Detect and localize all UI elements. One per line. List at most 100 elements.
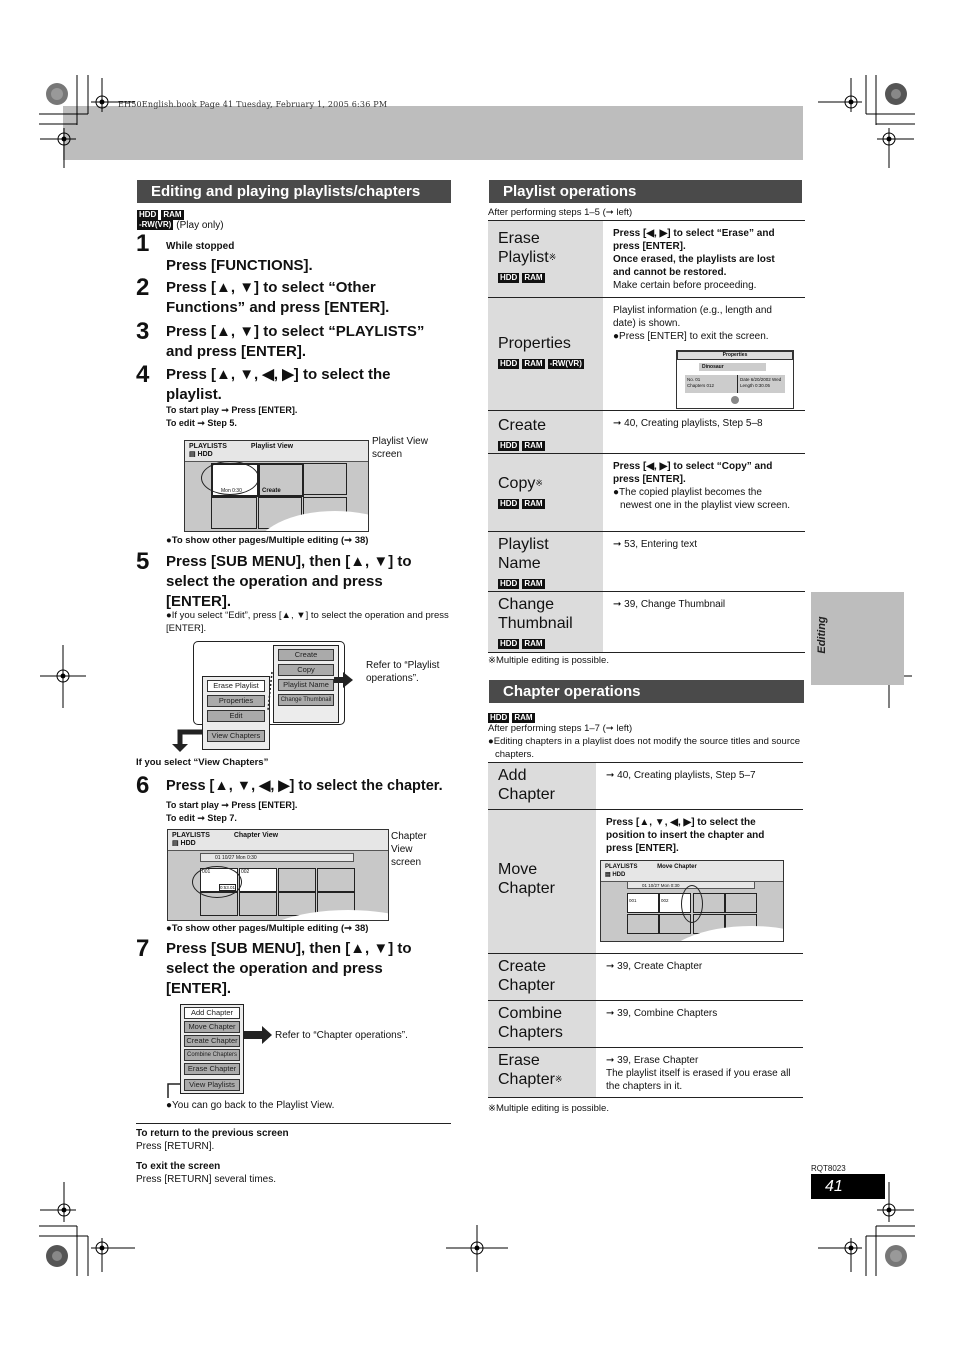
op-link[interactable]: ➞ 39, Change Thumbnail bbox=[603, 592, 805, 652]
step-5-text: Press [SUB MENU], then [▲, ▼] to select … bbox=[166, 553, 412, 610]
badge-hdd: HDD bbox=[498, 578, 520, 589]
row-move-chapter: Move Chapter Press [▲, ▼, ◀, ▶] to selec… bbox=[488, 810, 803, 954]
playlist-thumb-create[interactable]: Create bbox=[258, 463, 304, 497]
divider bbox=[136, 1123, 451, 1124]
chapter-thumb[interactable] bbox=[317, 868, 355, 892]
step-5-number: 5 bbox=[136, 548, 150, 575]
multi-editing-note-2: ●To show other pages/Multiple editing (➞… bbox=[166, 923, 369, 934]
op-link[interactable]: ➞ 39, Erase Chapter bbox=[606, 1054, 793, 1067]
chapter-screen-header: PLAYLISTS Chapter View ▤ HDD bbox=[168, 830, 388, 851]
badge-hdd: HDD bbox=[498, 498, 520, 509]
playlist-screen-header: PLAYLISTS Playlist View ▤ HDD bbox=[185, 441, 368, 462]
if-view-chapters: If you select “View Chapters” bbox=[136, 757, 269, 768]
op-link[interactable]: ➞ 39, Combine Chapters bbox=[596, 1001, 803, 1047]
playlist-ops-table: Erase Playlist※ HDD RAM Press [◀, ▶] to s… bbox=[488, 220, 805, 653]
op-warning: Once erased, the playlists are lost and … bbox=[613, 254, 775, 278]
drive-label: ▤ HDD bbox=[172, 840, 196, 847]
badge-hdd: HDD bbox=[498, 358, 520, 369]
create-label: Create bbox=[262, 488, 281, 494]
op-link[interactable]: ➞ 53, Entering text bbox=[603, 532, 805, 591]
side-tab-label: Editing bbox=[816, 616, 828, 654]
op-name: Playlist Name bbox=[498, 536, 549, 572]
step-1-text: Press [FUNCTIONS]. bbox=[166, 257, 313, 274]
chapter-view-screen: PLAYLISTS Chapter View ▤ HDD 01 10/27 Mo… bbox=[167, 829, 389, 921]
step-5-note: ●If you select “Edit”, press [▲, ▼] to s… bbox=[166, 610, 449, 634]
chapter-ops-intro: After performing steps 1–7 (➞ left) bbox=[488, 723, 633, 734]
chapter-menu-arrows bbox=[167, 1026, 272, 1098]
menu-item-add-chapter[interactable]: Add Chapter bbox=[184, 1007, 240, 1019]
playlist-ops-intro: After performing steps 1–5 (➞ left) bbox=[488, 207, 633, 218]
selection-ellipse bbox=[201, 461, 259, 495]
op-name: Add Chapter bbox=[498, 767, 555, 803]
row-erase-chapter: Erase Chapter※ ➞ 39, Erase Chapter The p… bbox=[488, 1048, 803, 1098]
screen-title: PLAYLISTS bbox=[605, 864, 638, 870]
submenu-arrows bbox=[172, 671, 353, 752]
op-name: Change Thumbnail bbox=[498, 596, 573, 632]
properties-details: No. 01 Chapters 012 Date 6/20/2002 Wed L… bbox=[685, 375, 785, 393]
screen-subtitle: Chapter View bbox=[233, 832, 279, 839]
chapter-thumb[interactable]: 001 bbox=[627, 893, 659, 913]
properties-header: Properties bbox=[677, 351, 793, 360]
screen-subtitle: Move Chapter bbox=[657, 864, 697, 870]
op-name: Properties bbox=[498, 335, 571, 352]
section-title-playlist-ops: Playlist operations bbox=[489, 180, 802, 203]
return-text: Press [RETURN]. bbox=[136, 1141, 215, 1152]
back-note: ●You can go back to the Playlist View. bbox=[166, 1100, 335, 1111]
step-2-number: 2 bbox=[136, 274, 150, 301]
properties-screen: Properties Dinosaur No. 01 Chapters 012 … bbox=[676, 350, 794, 409]
selection-ellipse bbox=[192, 866, 242, 898]
step-4-number: 4 bbox=[136, 361, 150, 388]
op-instruction: Press [◀, ▶] to select “Erase” and press… bbox=[613, 228, 775, 252]
op-name: Copy bbox=[498, 475, 536, 492]
rw-play-only: -RW(VR) (Play only) bbox=[137, 219, 224, 232]
screen-title: PLAYLISTS bbox=[172, 832, 210, 839]
op-link[interactable]: ➞ 40, Creating playlists, Step 5–7 bbox=[596, 763, 803, 809]
badge-hdd: HDD bbox=[498, 440, 520, 451]
chapter-ops-note: ●Editing chapters in a playlist does not… bbox=[488, 736, 801, 760]
multi-editing-note: ●To show other pages/Multiple editing (➞… bbox=[166, 535, 369, 546]
refer-chapter-ops: Refer to “Chapter operations”. bbox=[275, 1030, 408, 1041]
badge-ram: RAM bbox=[522, 440, 545, 451]
step-6-number: 6 bbox=[136, 772, 150, 799]
chapter-info-bar: 01 10/27 Mon 0:30 bbox=[200, 853, 354, 862]
chapter-thumb[interactable] bbox=[627, 914, 659, 934]
playlist-ops-footnote: ※Multiple editing is possible. bbox=[488, 655, 609, 666]
row-create: Create HDD RAM ➞ 40, Creating playlists, … bbox=[488, 411, 805, 454]
asterisk: ※ bbox=[535, 478, 543, 488]
step-3-text: Press [▲, ▼] to select “PLAYLISTS” and p… bbox=[166, 323, 425, 360]
screen-subtitle: Playlist View bbox=[250, 443, 294, 450]
chapter-thumb[interactable] bbox=[278, 868, 316, 892]
playlist-thumb[interactable] bbox=[303, 463, 347, 495]
chapter-thumb[interactable] bbox=[239, 892, 277, 916]
op-name: Create Chapter bbox=[498, 958, 555, 994]
op-bullet: ●Press [ENTER] to exit the screen. bbox=[613, 331, 769, 342]
refer-playlist-ops: Refer to “Playlist operations”. bbox=[366, 660, 440, 684]
row-add-chapter: Add Chapter ➞ 40, Creating playlists, St… bbox=[488, 763, 803, 810]
op-name: Create bbox=[498, 417, 547, 434]
row-playlist-name: Playlist Name HDD RAM ➞ 53, Entering text bbox=[488, 532, 805, 592]
op-link[interactable]: ➞ 40, Creating playlists, Step 5–8 bbox=[603, 411, 805, 453]
step-1-number: 1 bbox=[136, 230, 150, 257]
badge-ram: RAM bbox=[522, 358, 545, 369]
chapter-ops-table: Add Chapter ➞ 40, Creating playlists, St… bbox=[488, 762, 803, 1098]
playlist-thumb[interactable] bbox=[211, 497, 257, 529]
exit-title: To exit the screen bbox=[136, 1161, 221, 1172]
chapter-thumb[interactable]: 002 bbox=[239, 868, 277, 892]
op-link[interactable]: ➞ 39, Create Chapter bbox=[596, 954, 803, 1000]
step-4-sub2: To edit ➞ Step 5. bbox=[166, 418, 237, 428]
properties-title: Dinosaur bbox=[699, 363, 766, 371]
op-instruction: Press [◀, ▶] to select “Copy” and press … bbox=[613, 461, 773, 485]
badge-ram: RAM bbox=[522, 498, 545, 509]
play-only-label: (Play only) bbox=[176, 220, 224, 231]
page-number: 41 bbox=[811, 1174, 885, 1199]
badge-ram: RAM bbox=[522, 638, 545, 649]
disc-icon bbox=[731, 396, 739, 404]
chapter-view-caption: Chapter View screen bbox=[391, 831, 427, 868]
chapter-thumb[interactable] bbox=[725, 893, 757, 913]
step-3-number: 3 bbox=[136, 318, 150, 345]
row-copy: Copy※ HDD RAM Press [◀, ▶] to select “Cop… bbox=[488, 454, 805, 532]
step-6-sub1: To start play ➞ Press [ENTER]. bbox=[166, 800, 298, 810]
op-name: Move Chapter bbox=[498, 861, 555, 897]
chapter-number: 002 bbox=[241, 869, 250, 875]
insert-position-ellipse bbox=[681, 885, 703, 923]
